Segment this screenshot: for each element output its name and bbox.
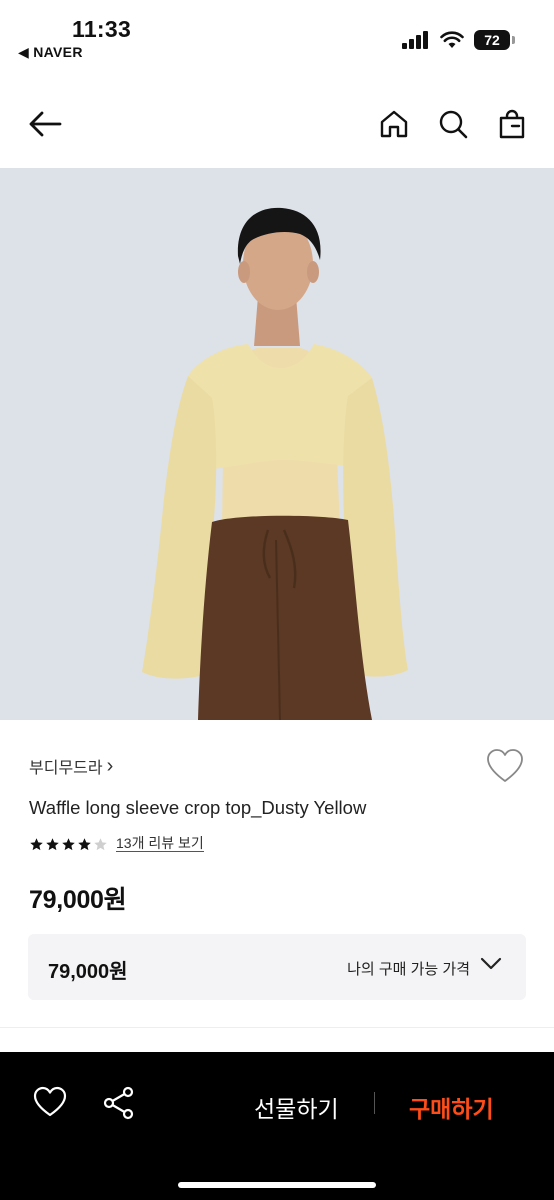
rating-row: 13개 리뷰 보기 bbox=[29, 836, 204, 852]
wishlist-heart-icon[interactable] bbox=[486, 748, 526, 788]
back-to-app-link[interactable]: ◀ NAVER bbox=[18, 44, 83, 61]
gift-button[interactable]: 선물하기 bbox=[254, 1090, 339, 1124]
home-indicator bbox=[178, 1182, 376, 1188]
product-price: 79,000원 bbox=[29, 886, 127, 914]
shopping-bag-icon[interactable] bbox=[492, 104, 532, 144]
home-icon[interactable] bbox=[374, 104, 414, 144]
chevron-down-icon bbox=[480, 957, 502, 970]
star-filled-icon bbox=[30, 837, 43, 850]
review-link[interactable]: 13개 리뷰 보기 bbox=[116, 836, 204, 852]
star-empty-icon bbox=[94, 837, 107, 850]
brand-link[interactable]: 부디무드라 › bbox=[29, 754, 113, 778]
search-icon[interactable] bbox=[433, 104, 473, 144]
wifi-icon bbox=[440, 31, 464, 48]
chevron-right-icon: › bbox=[106, 755, 114, 777]
status-icons: 72 bbox=[402, 30, 515, 50]
my-price-dropdown[interactable]: 79,000원 나의 구매 가능 가격 bbox=[28, 934, 526, 1000]
brand-name: 부디무드라 bbox=[29, 760, 103, 777]
product-title: Waffle long sleeve crop top_Dusty Yellow bbox=[29, 797, 367, 818]
star-filled-icon bbox=[78, 837, 91, 850]
product-photo bbox=[0, 168, 554, 720]
status-time: 11:33 bbox=[72, 16, 132, 42]
battery-level: 72 bbox=[484, 32, 500, 48]
star-rating bbox=[29, 837, 108, 852]
back-arrow-icon[interactable] bbox=[25, 104, 65, 144]
status-bar: 11:33 ◀ NAVER 72 bbox=[0, 0, 554, 70]
signal-icon bbox=[402, 31, 428, 49]
top-nav bbox=[0, 84, 554, 166]
product-image[interactable] bbox=[0, 168, 554, 720]
heart-icon[interactable] bbox=[33, 1086, 69, 1122]
my-price-value: 79,000원 bbox=[48, 961, 128, 983]
star-filled-icon bbox=[46, 837, 59, 850]
bottom-action-bar: 선물하기 구매하기 bbox=[0, 1052, 554, 1200]
my-price-label: 나의 구매 가능 가격 bbox=[347, 961, 470, 978]
share-icon[interactable] bbox=[102, 1086, 138, 1122]
divider bbox=[374, 1092, 375, 1114]
divider bbox=[0, 1027, 554, 1028]
star-filled-icon bbox=[62, 837, 75, 850]
battery-icon: 72 bbox=[474, 30, 515, 50]
buy-button[interactable]: 구매하기 bbox=[409, 1090, 494, 1124]
